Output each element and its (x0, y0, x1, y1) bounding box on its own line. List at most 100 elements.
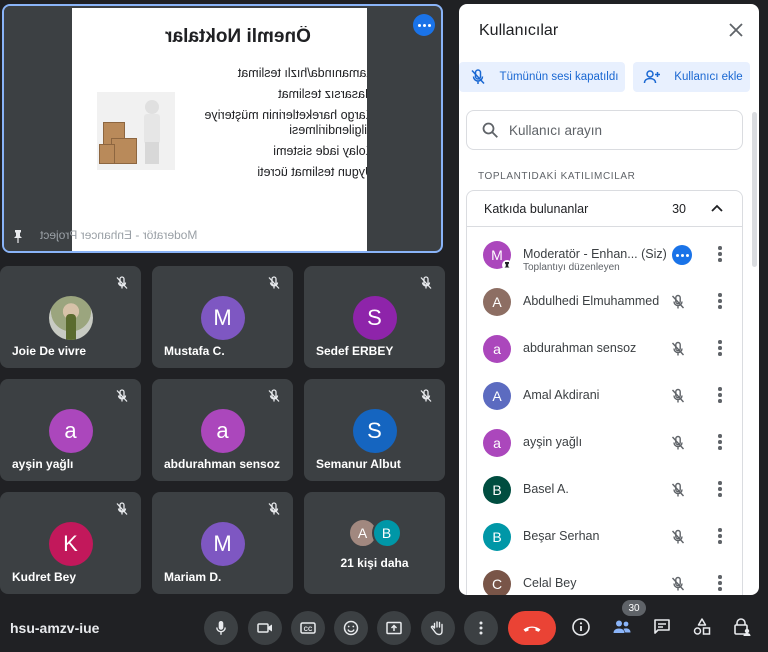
participant-tile[interactable]: Joie De vivre (0, 266, 141, 368)
group-header[interactable]: Katkıda bulunanlar 30 (467, 191, 742, 227)
avatar: A (483, 288, 511, 316)
more-participants-label: 21 kişi daha (340, 556, 409, 570)
avatar: B (483, 523, 511, 551)
mic-off-icon[interactable] (670, 435, 686, 451)
more-vert-icon[interactable] (718, 575, 722, 591)
slide: Önemli Noktalar Zamanında/hızlı teslimat… (72, 8, 404, 251)
participant-row[interactable]: B Basel A. (467, 467, 742, 513)
more-vert-icon[interactable] (718, 434, 722, 450)
hand-icon (430, 621, 443, 636)
tile-options-button[interactable] (413, 14, 435, 36)
raise-hand-button[interactable] (421, 611, 455, 645)
participant-row[interactable]: C Celal Bey (467, 561, 742, 595)
mic-button[interactable] (204, 611, 238, 645)
mic-off-icon (471, 69, 485, 85)
add-user-label: Kullanıcı ekle (674, 70, 743, 83)
more-vert-icon[interactable] (718, 293, 722, 309)
presentation-tile[interactable]: Önemli Noktalar Zamanında/hızlı teslimat… (2, 4, 443, 253)
group-title: Katkıda bulunanlar (484, 202, 589, 216)
mute-all-button[interactable]: Tümünün sesi kapatıldı (459, 62, 625, 92)
participant-tile[interactable]: S Semanur Albut (304, 379, 445, 481)
slide-margin-right (367, 8, 404, 251)
avatar: S (352, 409, 397, 453)
participant-tile[interactable]: a abdurahman sensoz (152, 379, 293, 481)
present-screen-icon (386, 621, 402, 635)
participant-name: Kudret Bey (12, 570, 77, 584)
participant-role: Toplantıyı düzenleyen (523, 262, 620, 273)
avatar: K (48, 522, 93, 566)
camera-button[interactable] (248, 611, 282, 645)
participant-name: Amal Akdirani (523, 388, 600, 402)
participant-row[interactable]: A Abdulhedi Elmuhammed (467, 279, 742, 325)
participant-name: ayşin yağlı (523, 435, 583, 449)
mic-off-icon[interactable] (670, 294, 686, 310)
participant-row[interactable]: M Moderatör - Enhan... (Siz) Toplantıyı … (467, 232, 742, 278)
participant-tile[interactable]: a ayşin yağlı (0, 379, 141, 481)
mic-off-icon[interactable] (670, 388, 686, 404)
mic-off-icon[interactable] (670, 482, 686, 498)
participant-name: Sedef ERBEY (316, 344, 394, 358)
participant-name: ayşin yağlı (12, 457, 74, 471)
participant-tile[interactable]: S Sedef ERBEY (304, 266, 445, 368)
more-vert-icon[interactable] (718, 387, 722, 403)
mic-off-icon[interactable] (670, 341, 686, 357)
participants-button[interactable] (611, 616, 633, 638)
mic-off-icon (116, 389, 128, 402)
end-call-button[interactable] (508, 611, 556, 645)
participant-name: Mustafa C. (164, 344, 225, 358)
participant-row[interactable]: a abdurahman sensoz (467, 326, 742, 372)
participant-name: Basel A. (523, 482, 569, 496)
more-options-button[interactable] (464, 611, 498, 645)
participant-name: abdurahman sensoz (523, 341, 637, 355)
avatar: M (200, 522, 245, 566)
info-button[interactable] (570, 616, 592, 638)
avatar: B (371, 518, 402, 548)
host-controls-button[interactable] (731, 616, 753, 638)
add-user-button[interactable]: Kullanıcı ekle (633, 62, 750, 92)
info-icon (572, 618, 590, 636)
search-input[interactable] (509, 122, 729, 138)
speaking-indicator (672, 245, 692, 265)
close-icon[interactable] (727, 21, 745, 39)
more-vert-icon[interactable] (718, 528, 722, 544)
activities-icon (693, 618, 711, 635)
phone-hangup-icon (523, 626, 541, 632)
chat-button[interactable] (651, 616, 673, 638)
search-box[interactable] (466, 110, 743, 150)
participant-name: Beşar Serhan (523, 529, 600, 543)
section-label: TOPLANTIDAKİ KATILIMCILAR (478, 171, 636, 182)
avatar: M (200, 296, 245, 340)
more-avatars: A B (347, 518, 404, 548)
mic-off-icon (268, 276, 280, 289)
more-vert-icon (479, 621, 483, 635)
avatar: S (352, 296, 397, 340)
participant-tile[interactable]: M Mariam D. (152, 492, 293, 594)
search-icon (482, 122, 498, 138)
more-vert-icon[interactable] (718, 481, 722, 497)
present-button[interactable] (377, 611, 411, 645)
participant-name: abdurahman sensoz (164, 457, 281, 471)
emoji-button[interactable] (334, 611, 368, 645)
more-participants-tile[interactable]: A B 21 kişi daha (304, 492, 445, 594)
participant-tile[interactable]: K Kudret Bey (0, 492, 141, 594)
activities-button[interactable] (691, 616, 713, 638)
mic-off-icon[interactable] (670, 576, 686, 592)
participant-name: Semanur Albut (316, 457, 401, 471)
panel-scrollbar[interactable] (752, 112, 757, 267)
more-vert-icon[interactable] (718, 246, 722, 262)
slide-bullet: Kolay iade sistemi (158, 144, 388, 159)
mic-off-icon[interactable] (670, 529, 686, 545)
participant-row[interactable]: B Beşar Serhan (467, 514, 742, 560)
pin-icon[interactable] (12, 229, 24, 243)
participant-row[interactable]: a ayşin yağlı (467, 420, 742, 466)
participant-name: Celal Bey (523, 576, 577, 590)
avatar: a (48, 409, 93, 453)
captions-button[interactable]: CC (291, 611, 325, 645)
slide-margin-left (4, 6, 72, 251)
participant-tile[interactable]: M Mustafa C. (152, 266, 293, 368)
chevron-up-icon[interactable] (710, 201, 724, 215)
more-vert-icon[interactable] (718, 340, 722, 356)
slide-title: Önemli Noktalar (165, 26, 311, 47)
participant-row[interactable]: A Amal Akdirani (467, 373, 742, 419)
mic-off-icon (420, 276, 432, 289)
